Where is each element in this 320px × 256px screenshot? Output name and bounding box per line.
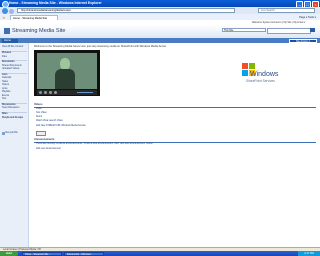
ie-search-input[interactable]: Live Search xyxy=(258,8,315,13)
person-body xyxy=(55,69,75,89)
previous-button[interactable] xyxy=(49,91,52,94)
site-icon xyxy=(4,28,10,34)
forward-button[interactable] xyxy=(9,8,14,14)
site-actions-menu[interactable]: Site Actions ▾ xyxy=(289,38,317,43)
window-title-bar: Home - Streaming Media Site - Windows In… xyxy=(0,0,320,8)
system-clock: 3:47 PM xyxy=(298,251,320,256)
nav-item-uploaded-videos[interactable]: Uploaded Videos xyxy=(2,68,19,71)
nav-item-test[interactable]: Test xyxy=(2,98,6,101)
stream-button[interactable] xyxy=(36,131,46,136)
address-input[interactable]: http://intranet/media/streaming/default.… xyxy=(17,8,235,13)
nav-item-team-discussion[interactable]: Team Discussion xyxy=(2,107,19,110)
taskbar-item[interactable]: Document1 - Microsof... xyxy=(64,251,104,256)
search-go-button[interactable] xyxy=(310,27,315,32)
player-controls xyxy=(37,90,97,95)
logo-sharepoint-text: SharePoint Services xyxy=(246,79,275,83)
window-title: Home - Streaming Media Site - Windows In… xyxy=(9,1,102,5)
welcome-menu[interactable]: Welcome System Account ▾ | My Site | My … xyxy=(252,21,305,24)
logo-windows-text: Windows xyxy=(250,71,279,78)
announcements-webpart-title[interactable]: Announcements xyxy=(34,138,316,143)
nav-header-sites[interactable]: Sites xyxy=(2,113,8,116)
site-title[interactable]: Streaming Media Site xyxy=(12,28,65,34)
play-button[interactable] xyxy=(39,91,42,94)
video-person-image xyxy=(55,58,75,89)
next-button[interactable] xyxy=(54,91,57,94)
video-row[interactable]: Video xyxy=(36,108,42,110)
video-row[interactable]: Demo xyxy=(36,116,42,118)
nav-header-people-groups[interactable]: People and Groups xyxy=(2,117,23,120)
taskbar-item[interactable]: Home - Streaming Me... xyxy=(22,251,62,256)
start-button[interactable]: start xyxy=(0,251,18,256)
videos-webpart-title[interactable]: Videos xyxy=(34,103,316,108)
site-search-input[interactable] xyxy=(267,27,311,34)
recycle-bin-link[interactable]: Recycle Bin xyxy=(6,132,18,135)
video-row[interactable]: Watch Vista Launch Video xyxy=(36,120,63,122)
recycle-bin-icon xyxy=(2,131,5,135)
quick-launch: View All Site Content Pictures Files Doc… xyxy=(0,43,29,247)
nav-item-files[interactable]: Files xyxy=(2,56,7,59)
view-all-site-content-link[interactable]: View All Site Content xyxy=(2,46,23,49)
back-button[interactable] xyxy=(2,7,8,14)
stop-button[interactable] xyxy=(44,91,47,94)
add-announcement-link[interactable]: Add new announcement xyxy=(36,148,61,150)
search-scope-select[interactable]: This Site xyxy=(222,27,266,32)
top-nav-bar xyxy=(0,38,320,43)
add-video-link[interactable]: Add New STREAM URL Windows Media Service xyxy=(36,125,86,127)
announcements-empty-text: There are currently no active announceme… xyxy=(36,143,153,145)
window-controls: – □ × xyxy=(296,1,319,8)
video-row[interactable]: Test Video xyxy=(36,112,47,114)
windows-sharepoint-logo: Windows SharePoint Services xyxy=(238,63,298,91)
intro-text: Welcome to the Streaming Media Server si… xyxy=(34,45,167,48)
volume-slider[interactable] xyxy=(77,92,93,93)
